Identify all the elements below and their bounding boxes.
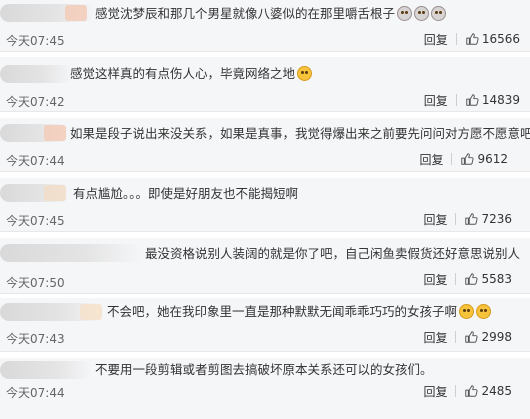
like-count: 9612 xyxy=(477,152,508,166)
like-button[interactable]: 5583 xyxy=(464,272,512,286)
avatar-tint xyxy=(65,5,87,21)
comment-text-content: 最没资格说别人装阔的就是你了吧，自己闲鱼卖假货还好意思说别人 xyxy=(145,246,521,261)
like-button[interactable]: 14839 xyxy=(465,93,520,107)
avatar-tint xyxy=(44,125,66,141)
comment-actions: 回复 2998 xyxy=(423,328,512,346)
action-divider xyxy=(455,94,457,106)
comment-actions: 回复 16566 xyxy=(424,30,520,48)
reply-button[interactable]: 回复 xyxy=(424,92,448,109)
avatar-tint xyxy=(80,304,102,320)
comment-actions: 回复 7236 xyxy=(423,210,512,228)
comment-time: 今天07:50 xyxy=(6,276,65,290)
like-count: 5583 xyxy=(481,272,512,286)
reply-button[interactable]: 回复 xyxy=(419,151,443,168)
laughing-face-icon xyxy=(459,304,475,319)
comment-item: 不要用一段剪辑或者剪图去搞破坏原本关系还可以的女孩们。 今天07:44 回复 2… xyxy=(0,358,530,419)
smiling-face-icon xyxy=(297,66,313,81)
comment-text-content: 如果是段子说出来没关系，如果是真事，我觉得爆出来之前要先问问对方愿不愿意吧 xyxy=(70,126,530,141)
reply-button[interactable]: 回复 xyxy=(423,211,447,228)
comment-item: 最没资格说别人装阔的就是你了吧，自己闲鱼卖假货还好意思说别人 今天07:50 回… xyxy=(0,238,530,294)
comment-text: 有点尴尬。。。即使是好朋友也不能揭短啊 xyxy=(73,186,298,202)
comment-actions: 回复 9612 xyxy=(419,150,508,168)
comment-actions: 回复 2485 xyxy=(423,382,512,400)
thumbs-up-icon xyxy=(465,385,479,397)
like-button[interactable]: 2998 xyxy=(464,330,512,344)
comment-text-content: 感觉沈梦辰和那几个男星就像八婆似的在那里嚼舌根子 xyxy=(95,6,396,21)
action-divider xyxy=(455,331,457,343)
comment-time: 今天07:43 xyxy=(6,332,65,346)
avatar[interactable] xyxy=(0,184,70,202)
action-divider xyxy=(455,273,457,285)
comment-time: 今天07:45 xyxy=(6,34,65,48)
like-count: 14839 xyxy=(481,93,520,107)
thumbs-up-icon xyxy=(466,33,479,45)
comment-text-content: 不会吧，她在我印象里一直是那种默默无闻乖乖巧巧的女孩子啊 xyxy=(107,304,458,319)
comment-item: 有点尴尬。。。即使是好朋友也不能揭短啊 今天07:45 回复 7236 xyxy=(0,178,530,232)
avatar[interactable] xyxy=(0,65,72,83)
like-button[interactable]: 2485 xyxy=(464,384,512,398)
comment-time: 今天07:42 xyxy=(6,95,65,109)
action-divider xyxy=(455,213,457,225)
avatar[interactable] xyxy=(0,244,142,262)
avatar[interactable] xyxy=(0,4,95,22)
comment-item: 不会吧，她在我印象里一直是那种默默无闻乖乖巧巧的女孩子啊 今天07:43 回复 … xyxy=(0,298,530,352)
action-divider xyxy=(455,33,457,45)
comment-text: 不要用一段剪辑或者剪图去搞破坏原本关系还可以的女孩们。 xyxy=(95,362,433,378)
comment-text-content: 不要用一段剪辑或者剪图去搞破坏原本关系还可以的女孩们。 xyxy=(95,362,433,377)
like-button[interactable]: 16566 xyxy=(465,32,520,46)
comment-actions: 回复 5583 xyxy=(423,270,512,288)
comment-actions: 回复 14839 xyxy=(424,91,520,109)
comment-item: 感觉这样真的有点伤人心，毕竟网络之地 今天07:42 回复 14839 xyxy=(0,57,530,112)
avatar[interactable] xyxy=(0,361,92,379)
like-count: 2998 xyxy=(481,330,512,344)
avatar[interactable] xyxy=(0,303,104,321)
thumbs-up-icon xyxy=(465,331,479,343)
crying-face-icon xyxy=(431,6,447,21)
thumbs-up-icon xyxy=(465,273,479,285)
comment-time: 今天07:45 xyxy=(6,214,65,228)
like-count: 2485 xyxy=(481,384,512,398)
comment-text-content: 有点尴尬。。。即使是好朋友也不能揭短啊 xyxy=(73,186,299,201)
reply-button[interactable]: 回复 xyxy=(423,329,447,346)
action-divider xyxy=(451,153,453,165)
like-button[interactable]: 7236 xyxy=(464,212,512,226)
like-button[interactable]: 9612 xyxy=(460,152,508,166)
avatar-tint xyxy=(44,185,66,201)
thumbs-up-icon xyxy=(466,94,479,106)
crying-face-icon xyxy=(397,6,413,21)
avatar[interactable] xyxy=(0,124,68,142)
laughing-face-icon xyxy=(476,304,492,319)
comment-list: 感觉沈梦辰和那几个男星就像八婆似的在那里嚼舌根子 今天07:45 回复 1656… xyxy=(0,0,530,419)
comment-time: 今天07:44 xyxy=(6,386,65,400)
comment-text: 最没资格说别人装阔的就是你了吧，自己闲鱼卖假货还好意思说别人 xyxy=(145,246,520,262)
comment-text: 如果是段子说出来没关系，如果是真事，我觉得爆出来之前要先问问对方愿不愿意吧 xyxy=(70,126,530,142)
comment-item: 感觉沈梦辰和那几个男星就像八婆似的在那里嚼舌根子 今天07:45 回复 1656… xyxy=(0,0,530,52)
like-count: 16566 xyxy=(481,32,520,46)
comment-time: 今天07:44 xyxy=(6,154,65,168)
reply-button[interactable]: 回复 xyxy=(423,271,447,288)
comment-item: 如果是段子说出来没关系，如果是真事，我觉得爆出来之前要先问问对方愿不愿意吧 今天… xyxy=(0,118,530,172)
thumbs-up-icon xyxy=(461,153,475,165)
reply-button[interactable]: 回复 xyxy=(424,31,448,48)
crying-face-icon xyxy=(414,6,430,21)
comment-text-content: 感觉这样真的有点伤人心，毕竟网络之地 xyxy=(70,66,296,81)
comment-text: 感觉沈梦辰和那几个男星就像八婆似的在那里嚼舌根子 xyxy=(95,6,447,22)
like-count: 7236 xyxy=(481,212,512,226)
reply-button[interactable]: 回复 xyxy=(423,383,447,400)
comment-text: 感觉这样真的有点伤人心，毕竟网络之地 xyxy=(70,66,313,82)
thumbs-up-icon xyxy=(465,213,479,225)
comment-text: 不会吧，她在我印象里一直是那种默默无闻乖乖巧巧的女孩子啊 xyxy=(107,304,492,320)
action-divider xyxy=(455,385,457,397)
